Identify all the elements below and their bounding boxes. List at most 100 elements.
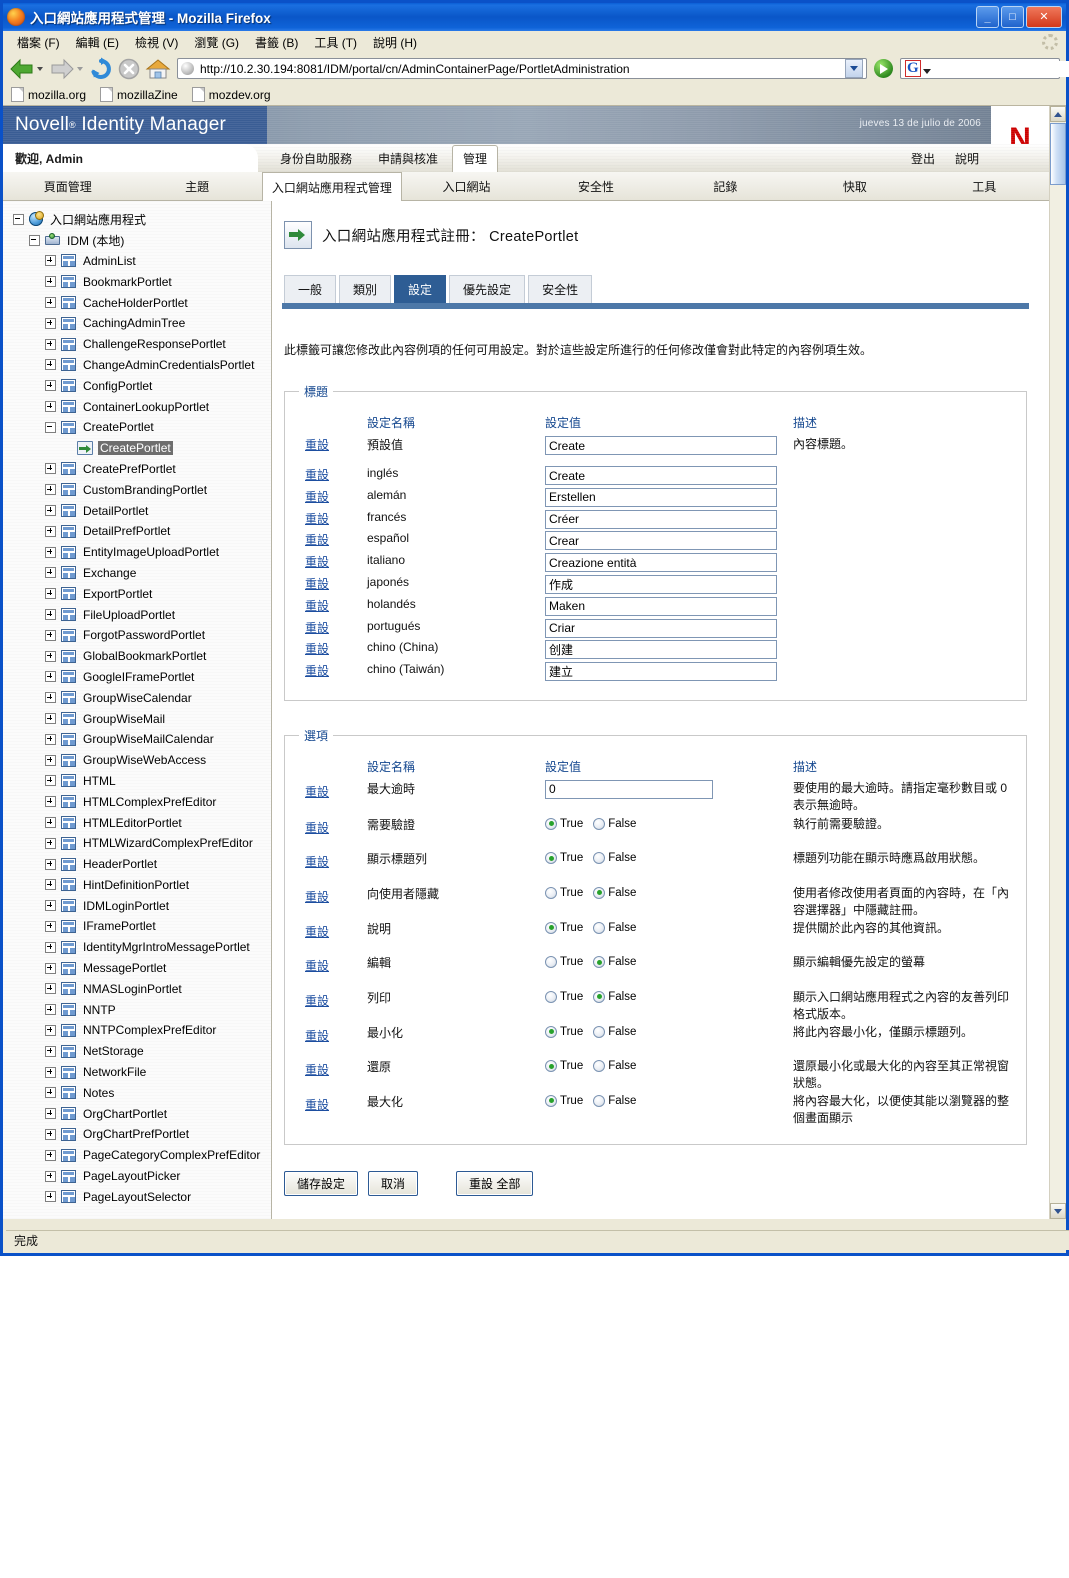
tree-node[interactable]: HTML [3, 771, 271, 792]
bookmark-mozillazine[interactable]: mozillaZine [100, 87, 178, 102]
expand-icon[interactable] [45, 1170, 56, 1182]
subtab-security[interactable]: 安全性 [531, 172, 660, 200]
tree-node[interactable]: EntityImageUploadPortlet [3, 542, 271, 563]
radio-option-false[interactable]: False [593, 817, 636, 830]
expand-icon[interactable] [45, 463, 56, 475]
tree-node[interactable]: PageLayoutSelector [3, 1186, 271, 1207]
setting-value-input[interactable] [545, 466, 777, 485]
radio-option-true[interactable]: True [545, 956, 583, 969]
expand-icon[interactable] [45, 733, 56, 745]
tree-node[interactable]: IDMLoginPortlet [3, 895, 271, 916]
go-button[interactable] [874, 59, 893, 78]
back-dropdown-icon[interactable] [37, 66, 43, 71]
radio-false-icon[interactable] [593, 1060, 606, 1073]
setting-value-input[interactable] [545, 553, 777, 573]
search-input[interactable] [930, 60, 1069, 77]
expand-icon[interactable] [45, 317, 56, 329]
expand-icon[interactable] [45, 359, 56, 371]
radio-true-icon[interactable] [545, 817, 557, 830]
radio-option-false[interactable]: False [593, 956, 636, 969]
expand-icon[interactable] [45, 380, 56, 392]
tab-settings[interactable]: 設定 [394, 275, 447, 303]
radio-true-icon[interactable] [545, 852, 557, 865]
menu-tools[interactable]: 工具 (T) [306, 32, 365, 53]
save-settings-button[interactable]: 儲存設定 [284, 1170, 359, 1196]
tree-node[interactable]: GroupWiseWebAccess [3, 750, 271, 771]
radio-false-icon[interactable] [593, 1025, 606, 1038]
expand-icon[interactable] [45, 1128, 56, 1140]
tree-node[interactable]: PageCategoryComplexPrefEditor [3, 1145, 271, 1166]
menu-go[interactable]: 瀏覽 (G) [186, 32, 247, 53]
tree-node[interactable]: BookmarkPortlet [3, 271, 271, 292]
radio-option-true[interactable]: True [545, 852, 583, 865]
radio-false-icon[interactable] [593, 886, 606, 899]
radio-true-icon[interactable] [545, 1025, 557, 1038]
tree-node[interactable]: MessagePortlet [3, 958, 271, 979]
radio-true-icon[interactable] [545, 990, 557, 1003]
tree-node[interactable]: NetworkFile [3, 1062, 271, 1083]
expand-icon[interactable] [45, 567, 56, 579]
scroll-up-button[interactable] [1050, 106, 1066, 122]
setting-value-input[interactable] [545, 574, 777, 594]
radio-false-icon[interactable] [593, 817, 606, 830]
expand-icon[interactable] [45, 546, 56, 558]
tab-requests-approvals[interactable]: 申請與核准 [366, 146, 450, 172]
expand-icon[interactable] [45, 1045, 56, 1057]
tree-node[interactable]: PageLayoutPicker [3, 1166, 271, 1187]
tree-node[interactable]: HTMLEditorPortlet [3, 812, 271, 833]
tab-general[interactable]: 一般 [284, 275, 337, 303]
bookmark-mozilla-org[interactable]: mozilla.org [11, 87, 86, 102]
radio-true-icon[interactable] [545, 921, 557, 934]
radio-option-false[interactable]: False [593, 886, 636, 899]
expand-icon[interactable] [45, 338, 56, 350]
subtab-page-admin[interactable]: 頁面管理 [3, 172, 132, 200]
expand-icon[interactable] [45, 879, 56, 891]
search-engine-dropdown-icon[interactable] [922, 69, 931, 74]
expand-icon[interactable] [45, 484, 56, 496]
tree-node[interactable]: Notes [3, 1082, 271, 1103]
expand-icon[interactable] [45, 609, 56, 621]
reset-link[interactable]: 重設 [305, 890, 329, 904]
expand-icon[interactable] [45, 775, 56, 787]
radio-option-false[interactable]: False [593, 921, 636, 934]
expand-icon[interactable] [45, 983, 56, 995]
expand-icon[interactable] [45, 1087, 56, 1099]
collapse-icon[interactable] [29, 234, 40, 246]
subtab-logging[interactable]: 記錄 [661, 172, 790, 200]
expand-icon[interactable] [45, 297, 56, 309]
expand-icon[interactable] [45, 629, 56, 641]
reset-link[interactable]: 重設 [305, 438, 329, 452]
reset-link[interactable]: 重設 [305, 490, 329, 504]
radio-option-false[interactable]: False [593, 1060, 636, 1073]
expand-icon[interactable] [45, 1004, 56, 1016]
tree-node[interactable]: NMASLoginPortlet [3, 978, 271, 999]
radio-option-true[interactable]: True [545, 990, 583, 1003]
back-button[interactable] [9, 57, 47, 81]
tree-node[interactable]: GoogleIFramePortlet [3, 667, 271, 688]
tree-node[interactable]: OrgChartPortlet [3, 1103, 271, 1124]
setting-value-input[interactable] [545, 640, 777, 660]
home-button[interactable] [145, 57, 171, 81]
radio-option-true[interactable]: True [545, 886, 583, 899]
expand-icon[interactable] [45, 713, 56, 725]
tree-node[interactable]: ChangeAdminCredentialsPortlet [3, 355, 271, 376]
url-dropdown-button[interactable] [845, 59, 863, 78]
tree-node[interactable]: IFramePortlet [3, 916, 271, 937]
tree-node[interactable]: Exchange [3, 563, 271, 584]
cancel-button[interactable]: 取消 [368, 1170, 419, 1196]
menu-help[interactable]: 說明 (H) [365, 32, 425, 53]
tab-administration[interactable]: 管理 [452, 145, 499, 173]
reset-link[interactable]: 重設 [305, 599, 329, 613]
expand-icon[interactable] [45, 525, 56, 537]
expand-icon[interactable] [45, 1066, 56, 1078]
address-bar[interactable]: http://10.2.30.194:8081/IDM/portal/cn/Ad… [177, 58, 867, 79]
stop-button[interactable] [117, 57, 143, 81]
subtab-tools[interactable]: 工具 [920, 172, 1049, 200]
reset-link[interactable]: 重設 [305, 512, 329, 526]
reset-link[interactable]: 重設 [305, 468, 329, 482]
reset-link[interactable]: 重設 [305, 533, 329, 547]
tree-node[interactable]: OrgChartPrefPortlet [3, 1124, 271, 1145]
expand-icon[interactable] [45, 692, 56, 704]
menu-file[interactable]: 檔案 (F) [9, 32, 68, 53]
setting-value-input[interactable] [545, 509, 777, 529]
